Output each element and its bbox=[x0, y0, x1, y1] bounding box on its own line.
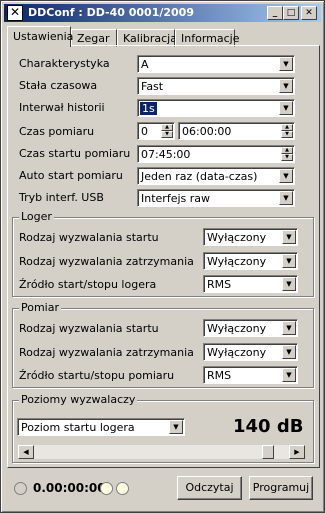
chevron-down-icon[interactable]: ▼ bbox=[282, 277, 296, 291]
chevron-down-icon[interactable]: ▼ bbox=[282, 368, 296, 382]
pomiar-stop-trigger-select[interactable]: Wyłączony ▼ bbox=[203, 343, 298, 361]
interwal-value: 1s bbox=[140, 102, 157, 115]
start-time-stepper[interactable]: ▲ ▼ bbox=[281, 147, 293, 161]
chevron-down-icon[interactable]: ▼ bbox=[279, 169, 293, 183]
spin-up-icon[interactable]: ▲ bbox=[281, 124, 293, 131]
chevron-down-icon[interactable]: ▼ bbox=[279, 79, 293, 93]
scroll-left-icon[interactable]: ◀ bbox=[18, 445, 34, 459]
loger-source-select[interactable]: RMS ▼ bbox=[203, 275, 298, 293]
settings-panel: Charakterystyka A ▼ Stała czasowa Fast ▼… bbox=[7, 45, 320, 468]
read-button[interactable]: Odczytaj bbox=[177, 476, 242, 500]
trigger-level-selected: Poziom startu logera bbox=[21, 421, 135, 434]
tryb-usb-label: Tryb interf. USB bbox=[19, 191, 104, 204]
auto-start-label: Auto start pomiaru bbox=[19, 169, 123, 182]
czas-startu-label: Czas startu pomiaru bbox=[19, 147, 131, 160]
czas-pomiaru-days-input[interactable]: 0 ▲ ▼ bbox=[137, 122, 175, 140]
program-button[interactable]: Programuj bbox=[249, 476, 313, 500]
pomiar-start-trigger-select[interactable]: Wyłączony ▼ bbox=[203, 319, 298, 337]
loger-group-title: Loger bbox=[19, 210, 54, 223]
spin-up-icon[interactable]: ▲ bbox=[281, 147, 293, 154]
indicator-led-icon bbox=[100, 482, 113, 495]
trigger-level-slider[interactable]: ◀ ▶ bbox=[17, 444, 306, 460]
loger-start-trigger-label: Rodzaj wyzwalania startu bbox=[19, 231, 159, 244]
trigger-level-value: 140 dB bbox=[233, 416, 304, 437]
charakterystyka-select[interactable]: A ▼ bbox=[137, 55, 295, 73]
interwal-label: Interwał historii bbox=[19, 101, 105, 114]
auto-start-select[interactable]: Jeden raz (data-czas) ▼ bbox=[137, 167, 295, 185]
scroll-right-icon[interactable]: ▶ bbox=[289, 445, 305, 459]
loger-start-trigger-select[interactable]: Wyłączony ▼ bbox=[203, 228, 298, 246]
chevron-down-icon[interactable]: ▼ bbox=[279, 101, 293, 115]
minimize-button[interactable]: _ bbox=[267, 6, 283, 20]
auto-start-value: Jeden raz (data-czas) bbox=[141, 170, 258, 183]
trigger-levels-group: Poziomy wyzwalaczy Poziom startu logera … bbox=[12, 393, 314, 463]
app-window: ✕ DDConf : DD-40 0001/2009 _ □ ✕ Ustawie… bbox=[0, 0, 325, 513]
interwal-select[interactable]: 1s ▼ bbox=[137, 99, 295, 117]
spin-down-icon[interactable]: ▼ bbox=[161, 131, 173, 138]
chevron-down-icon[interactable]: ▼ bbox=[282, 230, 296, 244]
loger-stop-trigger-label: Rodzaj wyzwalania zatrzymania bbox=[19, 255, 194, 268]
czas-startu-value: 07:45:00 bbox=[141, 148, 191, 161]
loger-start-trigger-value: Wyłączony bbox=[207, 231, 267, 244]
pomiar-start-trigger-value: Wyłączony bbox=[207, 322, 267, 335]
loger-stop-trigger-value: Wyłączony bbox=[207, 255, 267, 268]
chevron-down-icon[interactable]: ▼ bbox=[282, 321, 296, 335]
chevron-down-icon[interactable]: ▼ bbox=[282, 254, 296, 268]
czas-pomiaru-time-input[interactable]: 06:00:00 ▲ ▼ bbox=[178, 122, 295, 140]
tryb-usb-value: Interfejs raw bbox=[141, 192, 211, 205]
trigger-levels-group-title: Poziomy wyzwalaczy bbox=[19, 393, 138, 406]
loger-stop-trigger-select[interactable]: Wyłączony ▼ bbox=[203, 252, 298, 270]
status-led-icon bbox=[14, 482, 27, 495]
loger-source-value: RMS bbox=[207, 278, 232, 291]
slider-thumb[interactable] bbox=[262, 445, 274, 459]
indicator-led-icon bbox=[116, 482, 129, 495]
chevron-down-icon[interactable]: ▼ bbox=[282, 345, 296, 359]
spin-up-icon[interactable]: ▲ bbox=[161, 124, 173, 131]
time-stepper[interactable]: ▲ ▼ bbox=[281, 124, 293, 138]
czas-pomiaru-days-value: 0 bbox=[141, 125, 148, 138]
charakterystyka-label: Charakterystyka bbox=[19, 57, 110, 70]
loger-group: Loger Rodzaj wyzwalania startu Wyłączony… bbox=[12, 210, 314, 297]
chevron-down-icon[interactable]: ▼ bbox=[279, 191, 293, 205]
czas-startu-input[interactable]: 07:45:00 ▲ ▼ bbox=[137, 145, 295, 163]
trigger-level-select[interactable]: Poziom startu logera ▼ bbox=[17, 418, 185, 436]
spin-down-icon[interactable]: ▼ bbox=[281, 154, 293, 161]
chevron-down-icon[interactable]: ▼ bbox=[169, 420, 183, 434]
tryb-usb-select[interactable]: Interfejs raw ▼ bbox=[137, 189, 295, 207]
days-stepper[interactable]: ▲ ▼ bbox=[161, 124, 173, 138]
pomiar-group-title: Pomiar bbox=[19, 301, 62, 314]
title-bar[interactable]: ✕ DDConf : DD-40 0001/2009 _ □ ✕ bbox=[4, 4, 321, 22]
chevron-down-icon[interactable]: ▼ bbox=[279, 57, 293, 71]
window-title: DDConf : DD-40 0001/2009 bbox=[28, 6, 194, 19]
pomiar-start-trigger-label: Rodzaj wyzwalania startu bbox=[19, 322, 159, 335]
close-button[interactable]: ✕ bbox=[301, 6, 317, 20]
pomiar-source-select[interactable]: RMS ▼ bbox=[203, 366, 298, 384]
tab-ustawienia[interactable]: Ustawienia bbox=[7, 26, 73, 47]
loger-source-label: Źródło start/stopu logera bbox=[19, 278, 157, 291]
czas-pomiaru-label: Czas pomiaru bbox=[19, 125, 95, 138]
stala-czasowa-label: Stała czasowa bbox=[19, 79, 98, 92]
stala-czasowa-select[interactable]: Fast ▼ bbox=[137, 77, 295, 95]
pomiar-stop-trigger-value: Wyłączony bbox=[207, 346, 267, 359]
pomiar-group: Pomiar Rodzaj wyzwalania startu Wyłączon… bbox=[12, 301, 314, 388]
app-icon: ✕ bbox=[7, 5, 23, 21]
pomiar-stop-trigger-label: Rodzaj wyzwalania zatrzymania bbox=[19, 346, 194, 359]
spin-down-icon[interactable]: ▼ bbox=[281, 131, 293, 138]
maximize-button[interactable]: □ bbox=[283, 6, 299, 20]
status-time: 0.00:00:00 bbox=[33, 481, 106, 495]
czas-pomiaru-time-value: 06:00:00 bbox=[182, 125, 232, 138]
stala-czasowa-value: Fast bbox=[141, 80, 164, 93]
pomiar-source-label: Źródło startu/stopu pomiaru bbox=[19, 369, 175, 382]
pomiar-source-value: RMS bbox=[207, 369, 232, 382]
charakterystyka-value: A bbox=[141, 58, 149, 71]
